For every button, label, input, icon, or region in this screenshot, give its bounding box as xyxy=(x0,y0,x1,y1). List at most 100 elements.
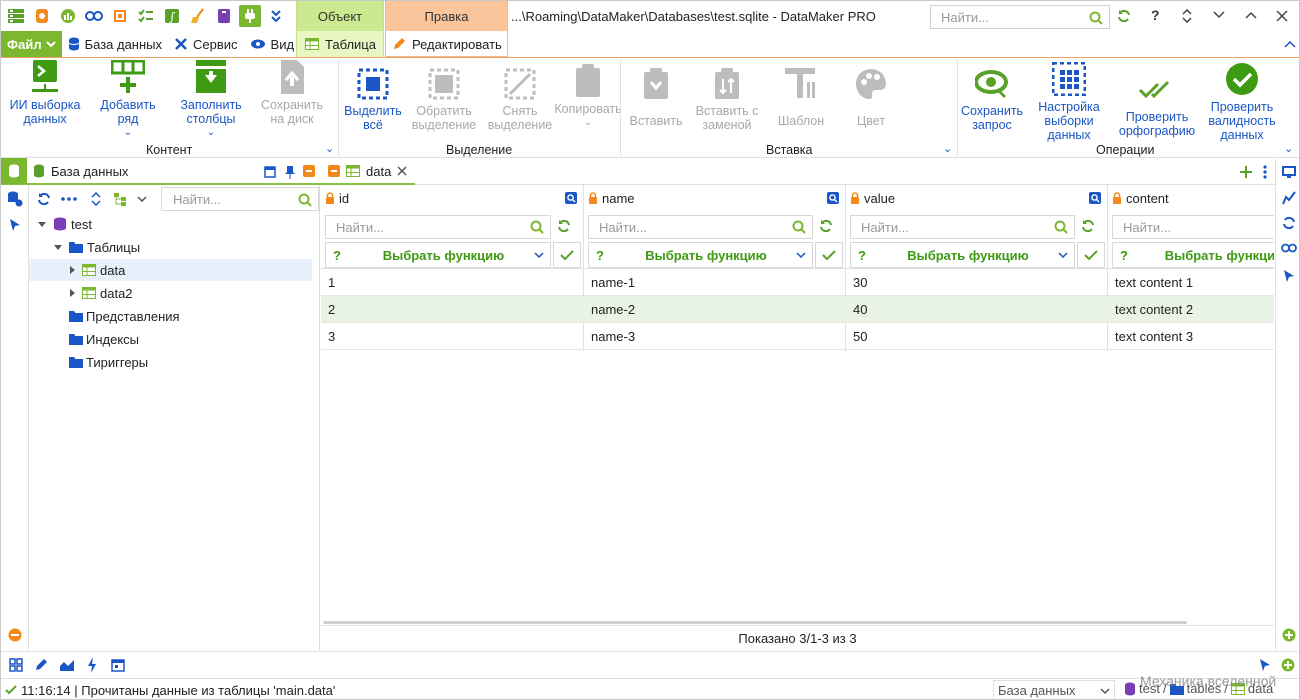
calendar-icon[interactable] xyxy=(111,658,125,672)
column-function-select[interactable]: ? Выбрать функцию xyxy=(850,242,1075,268)
close-icon[interactable] xyxy=(1276,10,1288,22)
refresh-icon[interactable] xyxy=(37,192,51,206)
collapse-icon[interactable] xyxy=(8,628,22,642)
spellcheck-button[interactable]: Проверить орфографию xyxy=(1113,64,1201,138)
chart-icon[interactable] xyxy=(57,5,79,27)
script-icon[interactable] xyxy=(31,5,53,27)
table-cell-value[interactable]: 40 xyxy=(846,296,1107,323)
column-filter-input[interactable]: Найти... xyxy=(325,215,551,239)
column-function-select[interactable]: ? Выбрать функцию xyxy=(1112,242,1274,268)
menu-icon[interactable] xyxy=(5,5,27,27)
tab-view[interactable]: Вид xyxy=(244,37,301,52)
database-select[interactable]: База данных xyxy=(993,680,1115,699)
function-icon[interactable]: ∫ xyxy=(161,5,183,27)
search-icon[interactable] xyxy=(298,193,312,207)
search-icon[interactable] xyxy=(792,220,806,234)
search-icon[interactable] xyxy=(530,220,544,234)
broom-icon[interactable] xyxy=(187,5,209,27)
area-chart-icon[interactable] xyxy=(59,658,75,672)
tab-service[interactable]: Сервис xyxy=(168,37,244,52)
float-window-icon[interactable] xyxy=(264,166,276,178)
color-button[interactable]: Цвет xyxy=(839,64,903,128)
checklist-icon[interactable] xyxy=(135,5,157,27)
column-header-id[interactable]: id xyxy=(325,185,583,211)
copy-dropdown-icon[interactable]: ⌄ xyxy=(584,116,592,130)
apply-function-check-icon[interactable] xyxy=(1077,242,1105,268)
save-disk-button[interactable]: Сохранить на диск xyxy=(253,58,331,126)
grid-view-icon[interactable] xyxy=(9,658,23,672)
link-icon[interactable] xyxy=(1281,243,1297,253)
phone-icon[interactable] xyxy=(213,5,235,27)
search-icon[interactable] xyxy=(1054,220,1068,234)
table-cell-id[interactable]: 3 xyxy=(321,323,583,350)
tree-search-input[interactable]: Найти... xyxy=(161,187,319,211)
refresh-icon[interactable] xyxy=(1117,9,1131,23)
column-header-name[interactable]: name xyxy=(588,185,845,211)
tab-database[interactable]: База данных xyxy=(62,37,168,52)
column-function-select[interactable]: ? Выбрать функцию xyxy=(325,242,551,268)
fill-columns-dropdown-icon[interactable]: ⌄ xyxy=(207,126,215,140)
chip-icon[interactable] xyxy=(109,5,131,27)
column-filter-input[interactable]: Найти... xyxy=(588,215,813,239)
table-cell-value[interactable]: 30 xyxy=(846,269,1107,296)
column-header-value[interactable]: value xyxy=(850,185,1107,211)
chevron-down-icon[interactable] xyxy=(137,196,147,202)
panel-database-icon[interactable] xyxy=(1,158,27,184)
tree-view-icon[interactable] xyxy=(113,192,127,206)
setup-select-button[interactable]: Настройка выборки данных xyxy=(1031,60,1107,142)
monitor-icon[interactable] xyxy=(1282,166,1296,178)
close-tab-icon[interactable] xyxy=(397,166,407,176)
cursor-icon[interactable] xyxy=(9,218,21,232)
copy-button[interactable]: Копировать ⌄ xyxy=(554,62,622,130)
cursor-icon[interactable] xyxy=(1259,658,1271,672)
invert-selection-button[interactable]: Обратить выделение xyxy=(407,64,481,132)
column-search-icon[interactable] xyxy=(827,192,839,204)
lightning-icon[interactable] xyxy=(87,657,97,673)
tab-left-database[interactable]: База данных xyxy=(27,164,128,179)
tree-node-data[interactable]: data xyxy=(29,259,312,281)
tab-table[interactable]: Таблица xyxy=(297,31,383,57)
column-filter-input[interactable]: Найти... xyxy=(850,215,1075,239)
table-cell-value[interactable]: 50 xyxy=(846,323,1107,350)
group-operations-expand-icon[interactable]: ⌄ xyxy=(1284,142,1293,155)
more-vertical-icon[interactable] xyxy=(1263,165,1267,179)
table-cell-name[interactable]: name-2 xyxy=(584,296,845,323)
cursor-icon[interactable] xyxy=(1283,269,1295,283)
file-menu-button[interactable]: Файл xyxy=(1,31,62,57)
fill-columns-button[interactable]: Заполнить столбцы ⌄ xyxy=(171,58,251,140)
tab-document-data[interactable]: data xyxy=(320,159,416,185)
minimize-panel-icon[interactable] xyxy=(328,165,340,177)
select-all-button[interactable]: Выделить всё xyxy=(341,64,405,132)
tree-node-indexes[interactable]: Индексы xyxy=(69,328,139,350)
collapsed-icon[interactable] xyxy=(69,265,77,275)
expanded-icon[interactable] xyxy=(53,242,63,252)
tree-node-tables[interactable]: Таблицы xyxy=(53,236,140,258)
collapse-ribbon-icon[interactable] xyxy=(1284,40,1296,48)
search-icon[interactable] xyxy=(1089,11,1103,25)
column-search-icon[interactable] xyxy=(1089,192,1101,204)
tree-node-triggers[interactable]: Тириггеры xyxy=(69,351,148,373)
pencil-icon[interactable] xyxy=(34,658,48,672)
database-settings-icon[interactable] xyxy=(7,191,23,207)
table-cell-content[interactable]: text content 2 xyxy=(1108,296,1274,323)
horizontal-scrollbar[interactable] xyxy=(323,621,1187,624)
table-cell-content[interactable]: text content 3 xyxy=(1108,323,1274,350)
table-cell-name[interactable]: name-1 xyxy=(584,269,845,296)
updown-icon[interactable] xyxy=(1182,9,1192,23)
add-icon[interactable] xyxy=(1282,628,1296,642)
pin-icon[interactable] xyxy=(285,165,295,179)
edit-chart-icon[interactable] xyxy=(1282,191,1296,205)
refresh-filter-icon[interactable] xyxy=(1081,219,1095,233)
tree-node-test[interactable]: test xyxy=(37,213,92,235)
refresh-filter-icon[interactable] xyxy=(819,219,833,233)
clear-selection-button[interactable]: Снять выделение xyxy=(483,64,557,132)
save-query-button[interactable]: Сохранить запрос xyxy=(959,64,1025,132)
paste-replace-button[interactable]: Вставить с заменой xyxy=(691,64,763,132)
plugin-icon[interactable] xyxy=(239,5,261,27)
ai-select-button[interactable]: ИИ выборка данных xyxy=(3,58,87,126)
column-search-icon[interactable] xyxy=(565,192,577,204)
paste-button[interactable]: Вставить xyxy=(623,64,689,128)
more-horizontal-icon[interactable] xyxy=(61,197,77,201)
minimize-panel-icon[interactable] xyxy=(303,165,315,177)
column-filter-input[interactable]: Найти... xyxy=(1112,215,1274,239)
